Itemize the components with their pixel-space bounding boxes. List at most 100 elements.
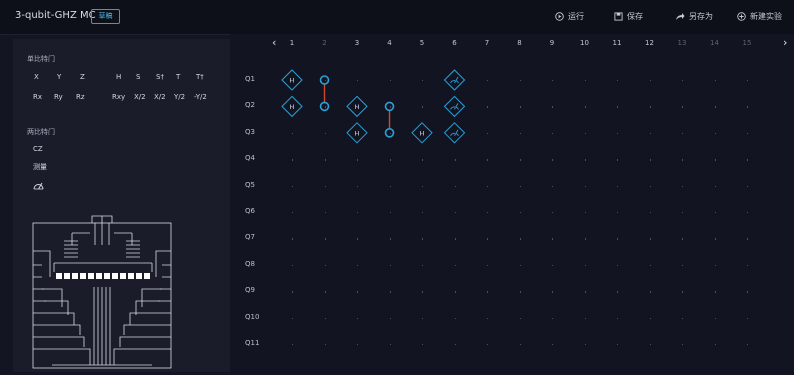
grid-slot[interactable] [357, 185, 359, 187]
grid-slot[interactable] [389, 291, 391, 293]
gate-cz[interactable]: CZ [33, 145, 43, 153]
grid-slot[interactable] [682, 185, 684, 187]
save-button[interactable]: 保存 [614, 11, 643, 22]
grid-slot[interactable] [487, 238, 489, 240]
grid-slot[interactable] [552, 132, 554, 135]
grid-slot[interactable] [389, 132, 391, 135]
grid-slot[interactable] [714, 80, 716, 82]
grid-slot[interactable] [519, 344, 521, 346]
grid-slot[interactable] [714, 132, 716, 135]
grid-slot[interactable] [454, 317, 456, 319]
grid-slot[interactable] [649, 344, 651, 346]
grid-slot[interactable] [324, 264, 326, 267]
grid-slot[interactable] [389, 238, 391, 240]
grid-slot[interactable] [519, 238, 521, 240]
grid-slot[interactable] [747, 132, 749, 135]
grid-slot[interactable] [552, 106, 554, 108]
gate-x[interactable]: X [34, 73, 39, 81]
grid-slot[interactable] [487, 80, 489, 82]
grid-slot[interactable] [552, 291, 554, 293]
grid-slot[interactable] [357, 264, 359, 267]
grid-slot[interactable] [714, 159, 716, 161]
grid-slot[interactable] [292, 80, 294, 82]
grid-slot[interactable] [617, 159, 619, 161]
grid-slot[interactable] [324, 132, 326, 135]
grid-slot[interactable] [584, 132, 586, 135]
grid-slot[interactable] [519, 212, 521, 214]
grid-slot[interactable] [617, 264, 619, 267]
grid-slot[interactable] [389, 317, 391, 319]
grid-slot[interactable] [454, 344, 456, 346]
grid-slot[interactable] [324, 159, 326, 161]
grid-slot[interactable] [649, 238, 651, 240]
grid-slot[interactable] [617, 212, 619, 214]
gate-h[interactable]: H [116, 73, 121, 81]
grid-slot[interactable] [422, 264, 424, 267]
grid-slot[interactable] [357, 106, 359, 108]
grid-slot[interactable] [682, 80, 684, 82]
grid-slot[interactable] [357, 238, 359, 240]
grid-slot[interactable] [747, 238, 749, 240]
grid-slot[interactable] [389, 264, 391, 267]
grid-slot[interactable] [389, 185, 391, 187]
grid-slot[interactable] [714, 344, 716, 346]
grid-slot[interactable] [519, 106, 521, 108]
grid-slot[interactable] [324, 185, 326, 187]
grid-slot[interactable] [519, 264, 521, 267]
grid-slot[interactable] [487, 317, 489, 319]
grid-slot[interactable] [552, 159, 554, 161]
grid-slot[interactable] [487, 159, 489, 161]
grid-slot[interactable] [649, 106, 651, 108]
grid-slot[interactable] [682, 212, 684, 214]
grid-slot[interactable] [747, 185, 749, 187]
grid-slot[interactable] [357, 344, 359, 346]
gate-y-half[interactable]: Y/2 [174, 93, 185, 101]
grid-slot[interactable] [292, 159, 294, 161]
grid-slot[interactable] [292, 291, 294, 293]
grid-slot[interactable] [487, 106, 489, 108]
grid-slot[interactable] [552, 264, 554, 267]
grid-slot[interactable] [747, 80, 749, 82]
grid-slot[interactable] [552, 212, 554, 214]
grid-slot[interactable] [292, 264, 294, 267]
save-as-button[interactable]: 另存为 [675, 11, 713, 22]
grid-slot[interactable] [649, 291, 651, 293]
grid-slot[interactable] [292, 212, 294, 214]
grid-slot[interactable] [454, 185, 456, 187]
gate-t[interactable]: T [176, 73, 180, 81]
grid-slot[interactable] [682, 106, 684, 108]
grid-slot[interactable] [357, 291, 359, 293]
grid-slot[interactable] [324, 80, 326, 82]
grid-slot[interactable] [617, 344, 619, 346]
grid-slot[interactable] [617, 80, 619, 82]
grid-slot[interactable] [324, 212, 326, 214]
run-button[interactable]: 运行 [555, 11, 584, 22]
grid-slot[interactable] [682, 291, 684, 293]
gate-rxy[interactable]: Rxy [112, 93, 125, 101]
grid-slot[interactable] [747, 291, 749, 293]
grid-slot[interactable] [552, 344, 554, 346]
grid-slot[interactable] [584, 212, 586, 214]
grid-slot[interactable] [714, 185, 716, 187]
grid-slot[interactable] [519, 159, 521, 161]
grid-slot[interactable] [649, 212, 651, 214]
grid-slot[interactable] [617, 185, 619, 187]
grid-slot[interactable] [357, 317, 359, 319]
grid-slot[interactable] [422, 132, 424, 135]
grid-slot[interactable] [714, 291, 716, 293]
grid-slot[interactable] [324, 238, 326, 240]
grid-slot[interactable] [649, 317, 651, 319]
gate-ry[interactable]: Ry [54, 93, 63, 101]
grid-slot[interactable] [454, 132, 456, 135]
grid-slot[interactable] [487, 291, 489, 293]
grid-slot[interactable] [454, 238, 456, 240]
grid-slot[interactable] [747, 212, 749, 214]
grid-slot[interactable] [292, 185, 294, 187]
gate-x-half[interactable]: X/2 [134, 93, 146, 101]
grid-slot[interactable] [682, 264, 684, 267]
grid-slot[interactable] [747, 106, 749, 108]
grid-slot[interactable] [324, 344, 326, 346]
grid-slot[interactable] [714, 106, 716, 108]
grid-slot[interactable] [292, 238, 294, 240]
grid-slot[interactable] [617, 132, 619, 135]
